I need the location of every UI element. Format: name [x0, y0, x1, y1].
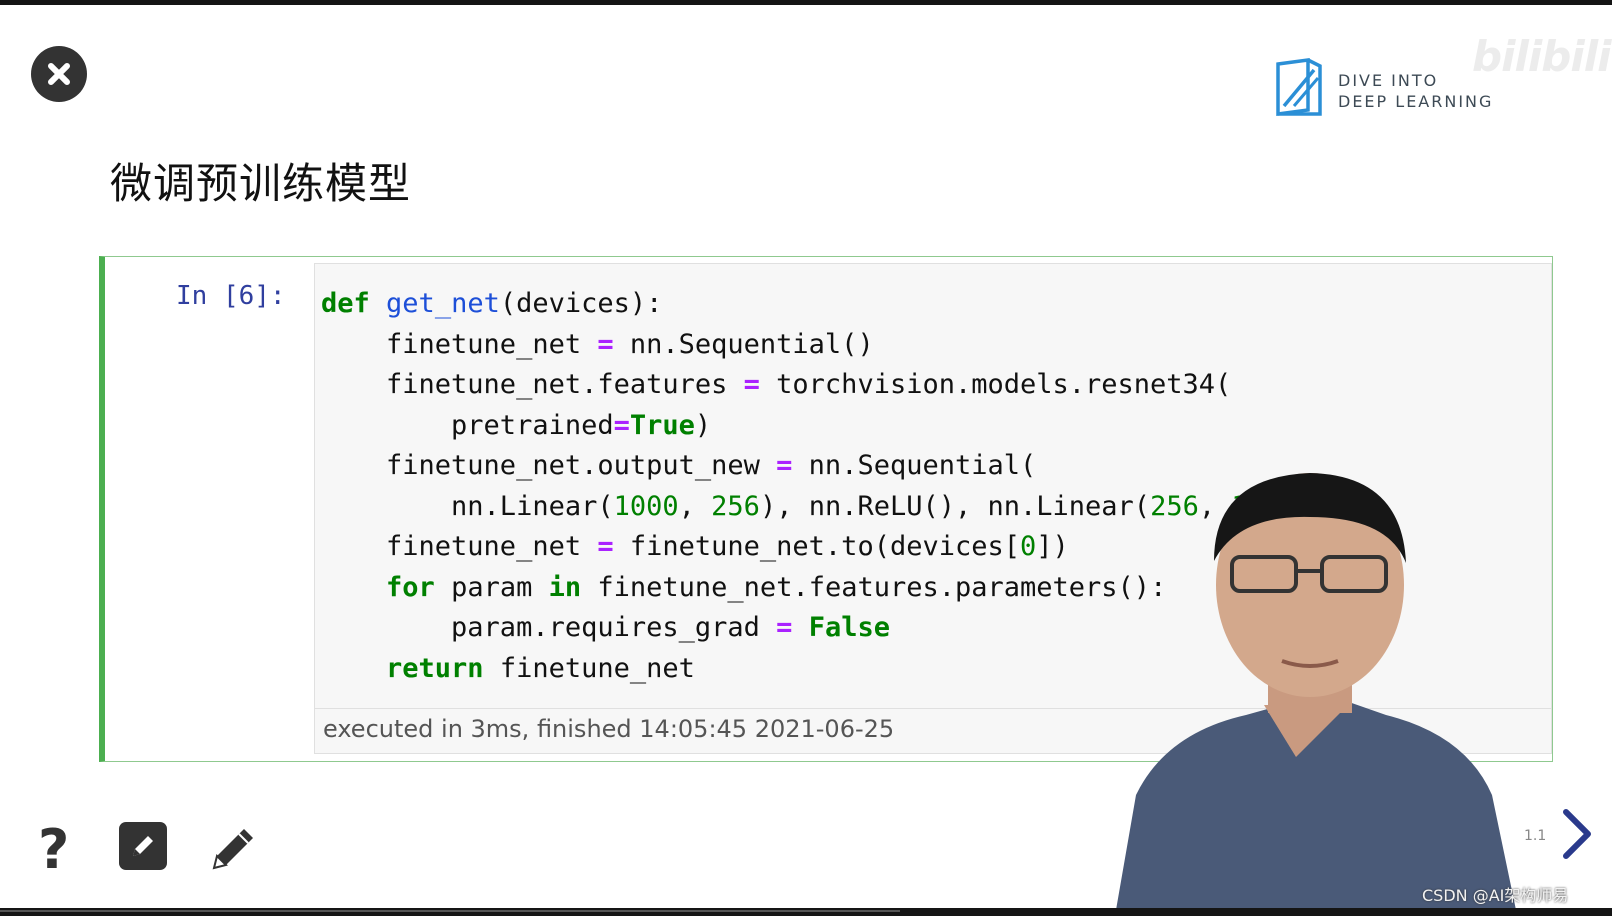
code-token: pretrained: [321, 409, 614, 441]
code-token: ,: [678, 490, 712, 522]
code-token: True: [629, 409, 695, 441]
code-line: pretrained=True): [321, 406, 1313, 447]
slide-number: 1.1: [1524, 828, 1547, 844]
d2l-logo: DIVE INTO DEEP LEARNING: [1274, 56, 1574, 126]
code-token: 0: [1020, 531, 1037, 562]
code-token: (devices):: [499, 288, 663, 319]
logo-line-2: DEEP LEARNING: [1338, 92, 1494, 111]
code-token: ), nn.ReLU(), nn.Linear(: [759, 490, 1151, 522]
code-token: param: [434, 571, 549, 603]
next-slide-arrow-icon[interactable]: [1558, 806, 1594, 862]
code-token: param.requires_grad: [321, 612, 777, 643]
code-token: for: [386, 571, 435, 603]
code-token: in: [548, 571, 582, 603]
code-token: nn.Linear(: [321, 490, 614, 522]
cell-prompt: In [6]:: [176, 281, 286, 311]
code-token: =: [597, 531, 614, 562]
pencil-icon[interactable]: [208, 822, 260, 874]
code-line: finetune_net = nn.Sequential(): [321, 325, 1313, 366]
logo-line-1: DIVE INTO: [1338, 71, 1439, 90]
code-token: finetune_net: [321, 328, 598, 360]
code-token: nn.Sequential(: [792, 450, 1037, 481]
code-token: False: [808, 612, 890, 643]
video-progress-played: [0, 910, 900, 912]
code-token: finetune_net.features.parameters():: [581, 571, 1167, 603]
code-token: def: [321, 288, 370, 319]
edit-box-icon: [133, 836, 153, 856]
code-token: nn.Sequential(): [613, 328, 874, 360]
edit-slide-button[interactable]: [119, 822, 167, 870]
code-line: def get_net(devices):: [321, 284, 1313, 325]
code-token: finetune_net.output_new: [321, 450, 777, 481]
close-button[interactable]: [31, 46, 87, 102]
close-icon: [48, 63, 70, 85]
code-token: finetune_net.features: [321, 369, 744, 400]
d2l-book-icon: [1276, 58, 1322, 116]
slide-title: 微调预训练模型: [110, 159, 412, 208]
code-token: 256: [711, 490, 760, 522]
code-line: finetune_net.features = torchvision.mode…: [321, 365, 1313, 406]
code-token: =: [597, 328, 614, 360]
code-token: finetune_net.to(devices[: [613, 531, 1020, 562]
code-token: get_net: [386, 288, 500, 319]
code-token: =: [613, 409, 630, 441]
help-button[interactable]: ?: [38, 818, 69, 881]
code-token: =: [743, 369, 760, 400]
code-token: ]): [1036, 531, 1069, 562]
code-token: 1000: [613, 490, 679, 522]
code-token: =: [776, 612, 793, 643]
code-token: return: [386, 652, 484, 684]
code-token: torchvision.models.resnet34(: [759, 369, 1232, 400]
code-token: finetune_net: [321, 531, 598, 562]
code-token: finetune_net: [483, 652, 695, 684]
csdn-watermark: CSDN @AI架构师易: [1422, 886, 1569, 905]
video-progress-bar[interactable]: [0, 908, 1612, 916]
presenter-video-overlay: [1116, 473, 1516, 910]
top-bar: [0, 0, 1612, 5]
code-token: ): [694, 409, 712, 441]
code-token: =: [776, 450, 793, 481]
